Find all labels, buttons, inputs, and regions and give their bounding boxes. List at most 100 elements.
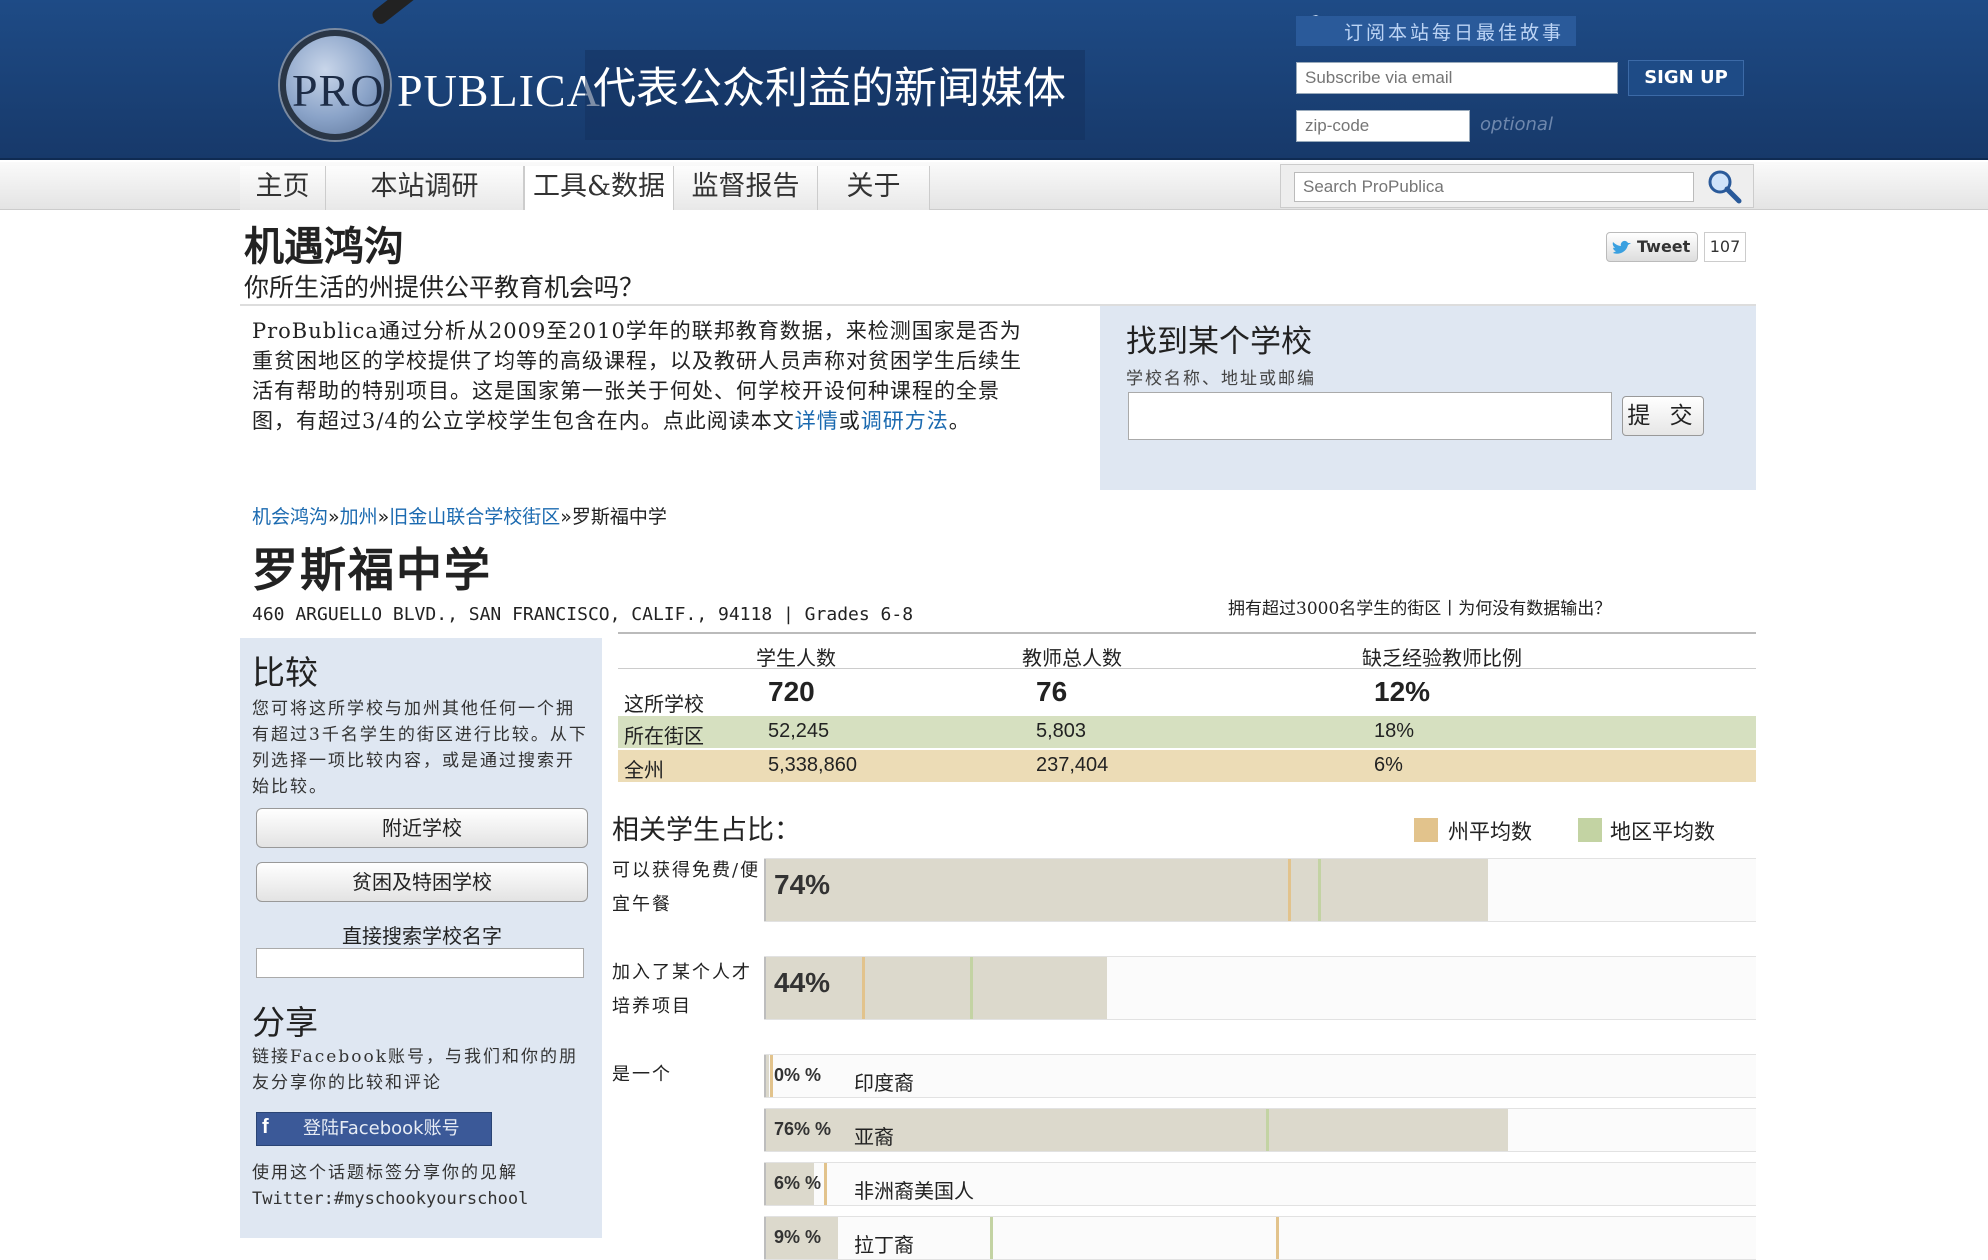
intro-end: 。 xyxy=(948,409,971,433)
lunch-region-marker xyxy=(1318,859,1321,921)
subscribe-email-input[interactable] xyxy=(1296,62,1618,94)
latino-name: 拉丁裔 xyxy=(854,1233,914,1257)
row-label-school: 这所学校 xyxy=(624,692,704,716)
ethnicity-bar-indian: 0% % 印度裔 xyxy=(764,1054,1756,1098)
indian-name: 印度裔 xyxy=(854,1071,914,1095)
ethnicity-label: 是一个 xyxy=(612,1064,672,1085)
header-students: 学生人数 xyxy=(756,646,836,670)
latino-region-marker xyxy=(990,1217,993,1259)
poverty-schools-button[interactable]: 贫困及特困学校 xyxy=(256,862,588,902)
gifted-region-marker xyxy=(970,957,973,1019)
page-subtitle: 你所生活的州提供公平教育机会吗？ xyxy=(244,273,645,302)
indian-state-marker xyxy=(770,1055,773,1097)
ethnicity-bar-african-american: 6% % 非洲裔美国人 xyxy=(764,1162,1756,1206)
state-teachers: 237,404 xyxy=(1036,754,1109,776)
tab-tools-data[interactable]: 工具&数据 xyxy=(524,166,674,210)
row-label-district: 所在街区 xyxy=(624,724,704,748)
site-search-input[interactable] xyxy=(1294,172,1694,202)
asian-percent: 76% % xyxy=(774,1119,832,1139)
subscribe-banner: 订阅本站每日最佳故事 xyxy=(1296,16,1577,46)
logo-publica: PUBLICA xyxy=(396,65,601,116)
lunch-percent: 74% xyxy=(774,869,831,900)
header-inexperienced: 缺乏经验教师比例 xyxy=(1362,646,1522,670)
gifted-label: 加入了某个人才培养项目 xyxy=(612,962,752,1017)
logo-pro: PRO xyxy=(292,65,385,116)
bar-edge xyxy=(764,1217,766,1259)
twitter-hashtag: Twitter:#myschookyourschool xyxy=(252,1189,529,1209)
zip-code-input[interactable] xyxy=(1296,110,1470,142)
twitter-bird-icon xyxy=(1612,240,1631,254)
breadcrumb-separator: » xyxy=(560,506,572,528)
tab-home[interactable]: 主页 xyxy=(240,166,326,210)
related-students-title: 相关学生占比： xyxy=(612,815,801,846)
search-icon[interactable] xyxy=(1706,168,1742,204)
school-search-input[interactable] xyxy=(1128,392,1612,440)
bar-edge xyxy=(764,1163,766,1205)
methodology-link[interactable]: 调研方法 xyxy=(861,409,949,433)
district-students: 52,245 xyxy=(768,720,830,742)
nearby-schools-button[interactable]: 附近学校 xyxy=(256,808,588,848)
details-link[interactable]: 详情 xyxy=(795,409,839,433)
breadcrumb: 机会鸿沟»加州»旧金山联合学校街区»罗斯福中学 xyxy=(252,502,667,529)
school-inexperienced: 12% xyxy=(1374,676,1431,707)
district-note[interactable]: 拥有超过3000名学生的街区丨为何没有数据输出？ xyxy=(1228,594,1611,619)
facebook-icon: f xyxy=(262,1116,269,1138)
bar-edge xyxy=(764,957,766,1019)
latino-state-marker xyxy=(1276,1217,1279,1259)
asian-name: 亚裔 xyxy=(854,1125,894,1149)
school-teachers: 76 xyxy=(1036,676,1068,707)
indian-percent: 0% % xyxy=(774,1065,822,1085)
lunch-state-marker xyxy=(1288,859,1291,921)
school-students: 720 xyxy=(768,676,815,707)
intro-text: ProBublica通过分析从2009至2010学年的联邦教育数据，来检测国家是… xyxy=(252,316,1042,436)
school-address: 460 ARGUELLO BLVD., SAN FRANCISCO, CALIF… xyxy=(252,604,914,625)
legend-swatch-region xyxy=(1578,818,1602,842)
gifted-percent: 44% xyxy=(774,967,831,998)
page-title: 机遇鸿沟 xyxy=(244,224,404,270)
state-students: 5,338,860 xyxy=(768,754,857,776)
breadcrumb-link[interactable]: 加州 xyxy=(340,506,378,528)
african-american-name: 非洲裔美国人 xyxy=(854,1179,974,1203)
bar-edge xyxy=(764,859,766,921)
propublica-logo[interactable]: PRO PUBLICA 代表公众利益的新闻媒体 xyxy=(270,0,1090,140)
breadcrumb-separator: » xyxy=(328,506,340,528)
tab-research[interactable]: 本站调研 xyxy=(326,166,524,210)
signup-button[interactable]: SIGN UP xyxy=(1628,60,1744,96)
breadcrumb-link[interactable]: 机会鸿沟 xyxy=(252,506,328,528)
latino-percent: 9% % xyxy=(774,1227,822,1247)
compare-text: 您可将这所学校与加州其他任何一个拥有超过3千名学生的街区进行比较。从下列选择一项… xyxy=(252,699,588,797)
compare-title: 比较 xyxy=(252,653,318,692)
asian-region-marker xyxy=(1266,1109,1269,1151)
submit-button[interactable]: 提 交 xyxy=(1622,396,1704,436)
lunch-bar-fill xyxy=(764,859,1489,921)
bar-edge xyxy=(764,1109,766,1151)
finder-title: 找到某个学校 xyxy=(1126,324,1312,360)
african-american-state-marker xyxy=(824,1163,827,1205)
share-title: 分享 xyxy=(252,1003,318,1042)
twitter-text: 使用这个话题标签分享你的见解 xyxy=(252,1163,518,1183)
ethnicity-bar-latino: 9% % 拉丁裔 xyxy=(764,1216,1756,1260)
bar-edge xyxy=(764,1055,766,1097)
header-teachers: 教师总人数 xyxy=(1022,646,1122,670)
intro-or: 或 xyxy=(838,409,861,433)
school-name-search-input[interactable] xyxy=(256,948,584,978)
legend-state: 州平均数 xyxy=(1448,820,1532,844)
district-inexperienced: 18% xyxy=(1374,720,1415,742)
logo-wordmark: PRO PUBLICA xyxy=(292,64,601,117)
school-name: 罗斯福中学 xyxy=(252,543,492,597)
african-american-percent: 6% % xyxy=(774,1173,822,1193)
tweet-count: 107 xyxy=(1704,232,1746,262)
facebook-login-button[interactable]: 登陆Facebook账号 xyxy=(256,1112,492,1146)
site-tagline: 代表公众利益的新闻媒体 xyxy=(585,50,1085,140)
state-inexperienced: 6% xyxy=(1374,754,1403,776)
search-school-label: 直接搜索学校名字 xyxy=(342,924,502,948)
tab-about[interactable]: 关于 xyxy=(818,166,930,210)
divider xyxy=(618,632,1756,634)
breadcrumb-link[interactable]: 旧金山联合学校街区 xyxy=(389,506,560,528)
district-teachers: 5,803 xyxy=(1036,720,1087,742)
lunch-label: 可以获得免费/便宜午餐 xyxy=(612,860,761,915)
breadcrumb-current: 罗斯福中学 xyxy=(571,506,667,528)
gifted-bar: 44% xyxy=(764,956,1756,1020)
divider xyxy=(618,668,1756,669)
tab-watchdog[interactable]: 监督报告 xyxy=(674,166,818,210)
